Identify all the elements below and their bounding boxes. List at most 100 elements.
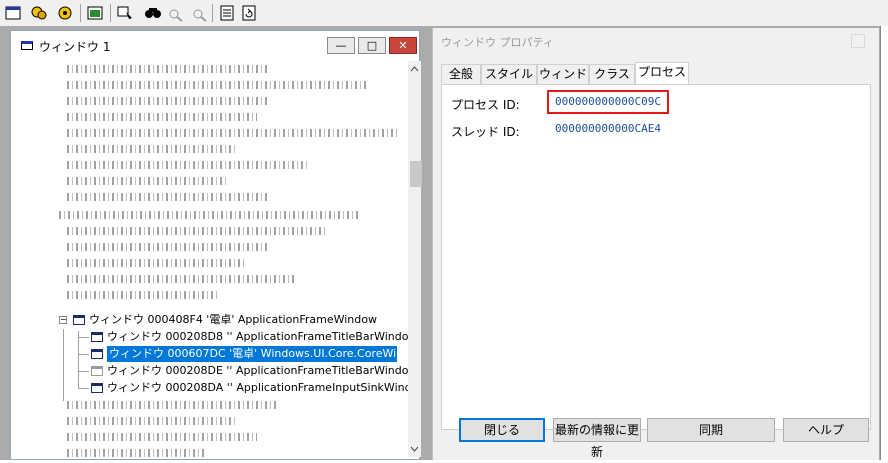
tree-connector [79, 337, 89, 338]
refresh-button[interactable]: 最新の情報に更新 [553, 418, 641, 459]
minimize-button[interactable]: — [327, 37, 355, 54]
help-button[interactable]: ヘルプ [783, 418, 869, 442]
background-window-edge [880, 26, 888, 460]
log-icon[interactable] [86, 4, 104, 22]
close-dialog-button[interactable]: 閉じる [459, 418, 545, 442]
redacted-text [67, 97, 267, 105]
tree-row-redacted[interactable] [19, 429, 399, 445]
tree-node-child-selected[interactable]: ウィンドウ 000607DC '電卓' Windows.UI.Core.Core… [19, 346, 409, 362]
tab-window[interactable]: ウィンドウ [537, 64, 589, 100]
sync-button[interactable]: 同期 [647, 418, 775, 442]
window-tree-panel: ウィンドウ 1 — □ ✕ − ウィンドウ 000408F4 '電卓' Appl… [10, 30, 422, 460]
scroll-up-icon[interactable] [408, 63, 421, 75]
tree-row-redacted[interactable] [19, 445, 399, 457]
process-id-label: プロセス ID: [451, 98, 520, 112]
tree-row-redacted[interactable] [19, 239, 399, 255]
tree-node-label: ウィンドウ 000208D8 '' ApplicationFrameTitleB… [107, 330, 409, 343]
redacted-text [67, 113, 257, 121]
tree-row-redacted[interactable] [19, 77, 399, 93]
tree-node-label: ウィンドウ 000208DE '' ApplicationFrameTitleB… [107, 364, 409, 377]
window-tree[interactable]: − ウィンドウ 000408F4 '電卓' ApplicationFrameWi… [19, 61, 409, 457]
redacted-text [59, 211, 359, 219]
tree-node-child[interactable]: ウィンドウ 000208D8 '' ApplicationFrameTitleB… [19, 329, 409, 345]
tree-row-redacted[interactable] [19, 255, 399, 271]
tree-connector [79, 388, 89, 389]
processes-icon[interactable] [30, 4, 48, 22]
toolbar-separator [212, 4, 213, 22]
tree-row-redacted[interactable] [19, 125, 399, 141]
tab-process[interactable]: プロセス [635, 62, 689, 85]
tree-node-label: ウィンドウ 000208DA '' ApplicationFrameInputS… [107, 381, 409, 394]
tab-style[interactable]: スタイル [481, 64, 537, 84]
tab-general[interactable]: 全般 [441, 64, 481, 84]
tree-row-redacted[interactable] [19, 141, 399, 157]
redacted-text [67, 291, 217, 299]
thread-id-value: 000000000000CAE4 [555, 122, 661, 135]
redacted-text [67, 177, 227, 185]
find-next-icon[interactable] [166, 4, 184, 22]
find-icon[interactable] [144, 4, 162, 22]
redacted-text [67, 275, 297, 283]
maximize-icon: □ [366, 39, 378, 52]
tree-node-label: ウィンドウ 000607DC '電卓' Windows.UI.Core.Core… [109, 347, 409, 360]
find-prev-icon[interactable] [190, 4, 208, 22]
redacted-text [67, 65, 267, 73]
close-button[interactable]: ✕ [389, 37, 417, 54]
tree-row-redacted[interactable] [19, 223, 399, 239]
scrollbar-thumb[interactable] [410, 161, 422, 187]
tree-node-child[interactable]: ウィンドウ 000208DA '' ApplicationFrameInputS… [19, 380, 409, 396]
tree-row-redacted[interactable] [19, 271, 399, 287]
close-icon: ✕ [398, 39, 408, 52]
toolbar-separator [80, 4, 81, 22]
properties-icon[interactable] [218, 4, 236, 22]
redacted-text [67, 81, 367, 89]
tree-connector [79, 371, 89, 372]
window-icon [21, 41, 33, 50]
window-node-icon [91, 349, 103, 359]
tree-node-parent[interactable]: − ウィンドウ 000408F4 '電卓' ApplicationFrameWi… [19, 312, 399, 328]
find-window-icon[interactable] [116, 4, 134, 22]
window-node-icon [91, 366, 103, 376]
thread-id-label: スレッド ID: [451, 125, 520, 139]
tree-row-redacted[interactable] [19, 157, 399, 173]
redacted-text [67, 417, 237, 425]
tree-row-redacted[interactable] [19, 397, 399, 413]
tab-class[interactable]: クラス [589, 64, 635, 84]
scroll-down-icon[interactable] [408, 443, 421, 455]
window-node-icon [91, 383, 103, 393]
maximize-button[interactable]: □ [358, 37, 386, 54]
tree-row-redacted[interactable] [19, 287, 399, 303]
tree-row-redacted[interactable] [19, 93, 399, 109]
redacted-text [67, 433, 257, 441]
redacted-text [67, 129, 397, 137]
dialog-close-icon[interactable] [851, 34, 865, 48]
refresh-icon[interactable] [240, 4, 258, 22]
tree-row-redacted[interactable] [19, 109, 399, 125]
tree-scrollbar[interactable] [408, 61, 422, 457]
tree-node-label: ウィンドウ 000408F4 '電卓' ApplicationFrameWind… [89, 313, 377, 326]
threads-icon[interactable] [56, 4, 74, 22]
redacted-text [67, 401, 277, 409]
toolbar-separator [110, 4, 111, 22]
window-node-icon [73, 315, 85, 325]
redacted-text [67, 243, 267, 251]
tree-row-redacted[interactable] [19, 207, 399, 223]
redacted-text [67, 145, 237, 153]
tree-row-redacted[interactable] [19, 413, 399, 429]
toolbar [0, 0, 888, 26]
window-properties-dialog: ウィンドウ プロパティ 全般 スタイル ウィンドウ クラス プロセス プロセス … [432, 28, 879, 460]
tree-row-redacted[interactable] [19, 189, 399, 205]
tree-row-redacted[interactable] [19, 173, 399, 189]
window-node-icon [91, 332, 103, 342]
window-title-bar: ウィンドウ 1 — □ ✕ [11, 31, 419, 61]
tree-row-redacted[interactable] [19, 61, 399, 77]
process-id-value: 000000000000C09C [555, 95, 661, 108]
collapse-toggle[interactable]: − [59, 316, 67, 324]
redacted-text [67, 193, 267, 201]
redacted-text [67, 227, 327, 235]
redacted-text [67, 449, 207, 457]
window-icon[interactable] [4, 4, 22, 22]
minimize-icon: — [335, 39, 347, 52]
redacted-text [67, 161, 307, 169]
tree-node-child[interactable]: ウィンドウ 000208DE '' ApplicationFrameTitleB… [19, 363, 409, 379]
